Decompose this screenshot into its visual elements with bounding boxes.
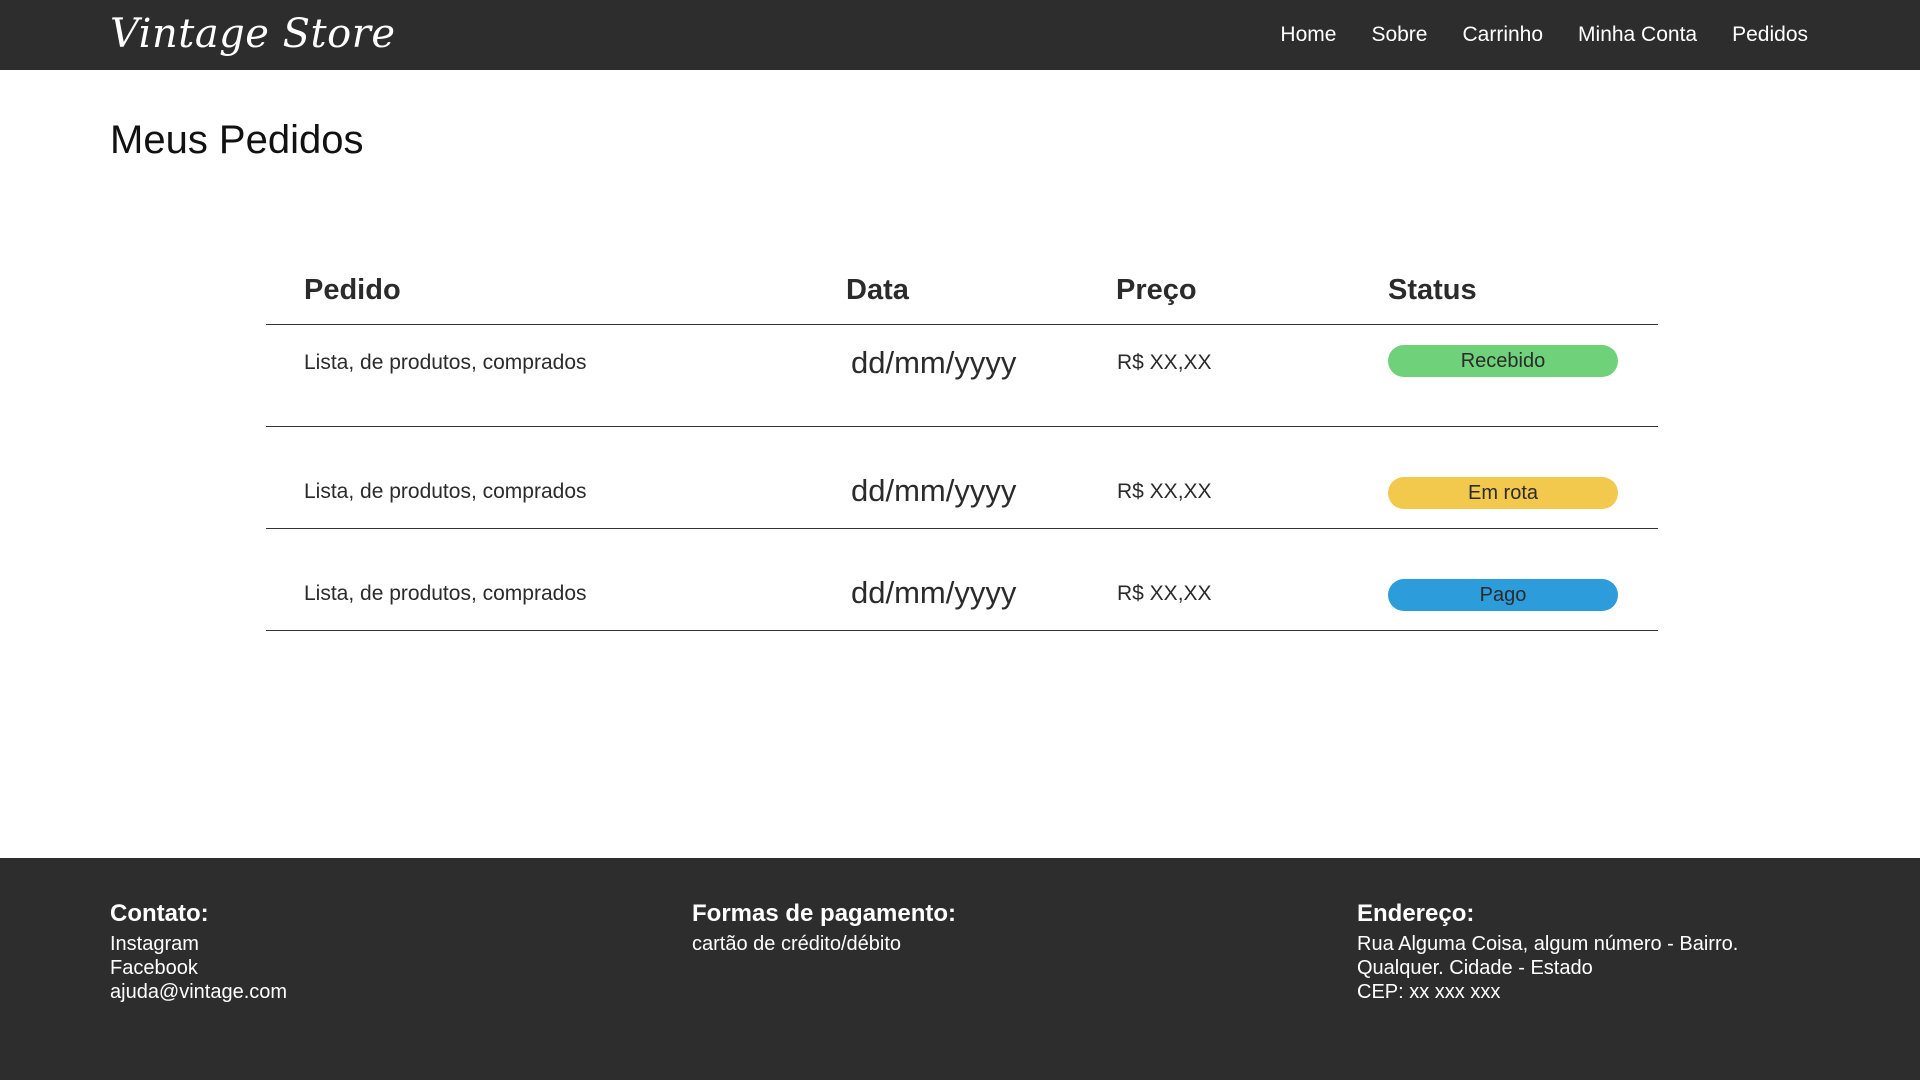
status-badge: Pago [1388,579,1618,611]
order-items: Lista, de produtos, comprados [304,480,587,503]
page: Vintage Store Home Sobre Carrinho Minha … [0,0,1920,1080]
table-row[interactable]: Lista, de produtos, comprados dd/mm/yyyy… [266,427,1658,529]
nav-home-link[interactable]: Home [1280,23,1336,47]
payment-method: cartão de crédito/débito [692,933,902,955]
navbar: Vintage Store Home Sobre Carrinho Minha … [0,0,1920,70]
footer-contato-heading: Contato: [110,900,209,927]
order-date: dd/mm/yyyy [851,575,1017,610]
footer-endereco: Endereço: Rua Alguma Coisa, algum número… [1357,900,1738,1004]
order-price: R$ XX,XX [1117,351,1212,374]
footer-pagamento: Formas de pagamento: cartão de crédito/d… [692,900,956,956]
email-link[interactable]: ajuda@vintage.com [110,980,287,1004]
column-header-pedido: Pedido [304,274,401,306]
address-street: Rua Alguma Coisa, algum número - Bairro. [1357,933,1739,955]
order-date: dd/mm/yyyy [851,345,1017,380]
column-header-status: Status [1388,274,1477,306]
nav-pedidos-link[interactable]: Pedidos [1732,23,1808,47]
order-date: dd/mm/yyyy [851,473,1017,508]
column-header-data: Data [846,274,909,306]
footer-endereco-heading: Endereço: [1357,900,1475,927]
table-row[interactable]: Lista, de produtos, comprados dd/mm/yyyy… [266,529,1658,631]
orders-table: Pedido Data Preço Status Lista, de produ… [266,264,1658,631]
page-title: Meus Pedidos [110,118,364,162]
nav-minha-conta-link[interactable]: Minha Conta [1578,23,1697,47]
nav-carrinho-link[interactable]: Carrinho [1462,23,1543,47]
order-items: Lista, de produtos, comprados [304,351,587,374]
address-city: Qualquer. Cidade - Estado [1357,957,1593,979]
footer: Contato: Instagram Facebook ajuda@vintag… [0,858,1920,1080]
instagram-link[interactable]: Instagram [110,932,287,956]
nav-menu: Home Sobre Carrinho Minha Conta Pedidos [1280,0,1808,70]
order-price: R$ XX,XX [1117,582,1212,605]
order-price: R$ XX,XX [1117,480,1212,503]
table-row[interactable]: Lista, de produtos, comprados dd/mm/yyyy… [266,325,1658,427]
footer-pagamento-heading: Formas de pagamento: [692,900,957,927]
facebook-link[interactable]: Facebook [110,956,287,980]
column-header-preco: Preço [1116,274,1197,306]
address-cep: CEP: xx xxx xxx [1357,981,1501,1003]
footer-contato: Contato: Instagram Facebook ajuda@vintag… [110,900,287,1004]
table-header-row: Pedido Data Preço Status [266,264,1658,325]
status-badge: Em rota [1388,477,1618,509]
status-badge: Recebido [1388,345,1618,377]
nav-sobre-link[interactable]: Sobre [1371,23,1427,47]
order-items: Lista, de produtos, comprados [304,582,587,605]
store-logo[interactable]: Vintage Store [110,6,396,62]
